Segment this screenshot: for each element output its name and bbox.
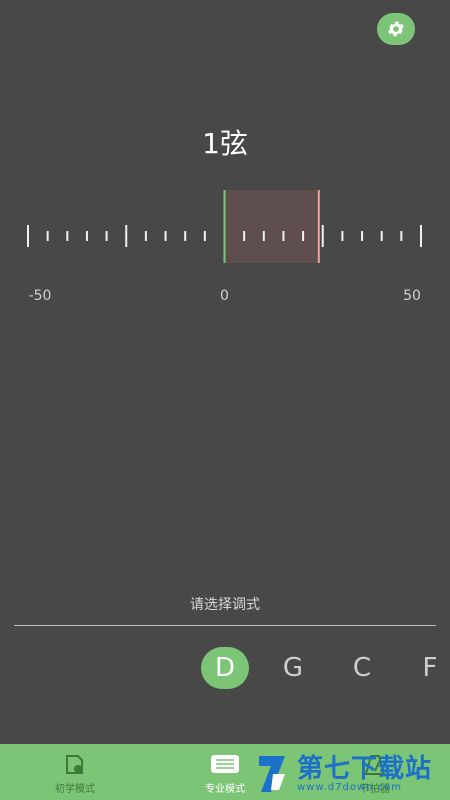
watermark: 第七下载站 www.d7down.com [255, 748, 450, 800]
note-option-g[interactable]: G [269, 647, 317, 689]
nav-beginner-mode[interactable]: 初学模式 [0, 744, 150, 800]
nav-label: 专业模式 [205, 784, 245, 795]
gear-icon [388, 21, 404, 37]
beginner-icon [66, 755, 83, 774]
note-option-c[interactable]: C [338, 647, 386, 689]
tuner-scale: -50 0 50 [27, 190, 422, 304]
note-option-f[interactable]: F [406, 647, 450, 689]
nav-label: 初学模式 [55, 784, 95, 795]
divider [14, 625, 436, 626]
settings-button[interactable] [377, 13, 415, 45]
keyboard-icon [211, 755, 239, 773]
note-selector[interactable]: D G C F [0, 645, 450, 693]
string-title: 1弦 [202, 127, 248, 160]
scale-label-min: -50 [29, 288, 52, 304]
watermark-logo-icon [259, 756, 285, 792]
note-option-d[interactable]: D [201, 647, 249, 689]
watermark-text: 第七下载站 [297, 753, 433, 784]
tuner-highlight [224, 190, 319, 263]
tuning-prompt: 请选择调式 [190, 597, 260, 613]
scale-label-zero: 0 [220, 288, 229, 304]
scale-label-max: 50 [403, 288, 421, 304]
